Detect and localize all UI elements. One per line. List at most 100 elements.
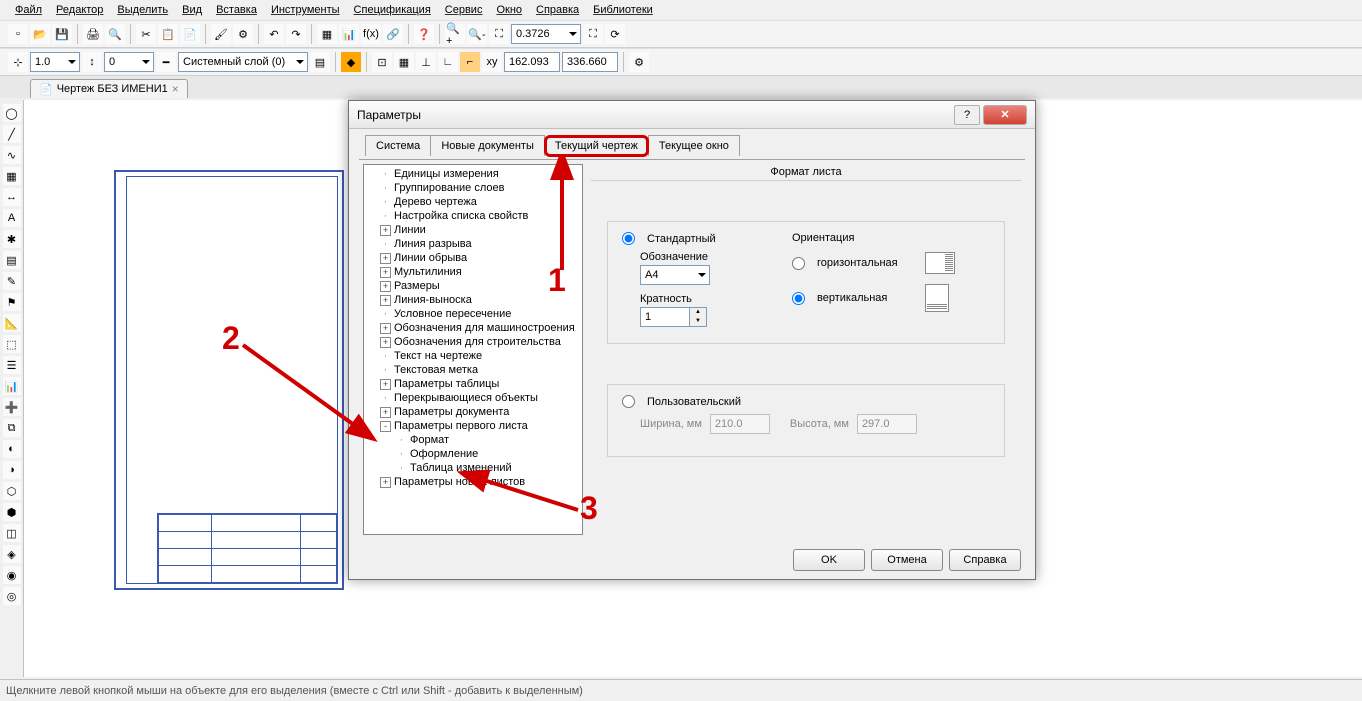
expand-icon[interactable]: + — [380, 253, 391, 264]
cut-icon[interactable]: ✂ — [136, 24, 156, 44]
side-tool5-icon[interactable]: ◫ — [3, 524, 21, 542]
side-text-icon[interactable]: A — [3, 209, 21, 227]
whatsthis-icon[interactable]: ❓ — [414, 24, 434, 44]
expand-icon[interactable]: + — [380, 267, 391, 278]
tree-node[interactable]: +Линии обрыва — [364, 251, 582, 265]
tab-system[interactable]: Система — [365, 135, 431, 156]
expand-icon[interactable]: + — [380, 337, 391, 348]
redo-icon[interactable]: ↷ — [286, 24, 306, 44]
menu-service[interactable]: Сервис — [445, 4, 483, 16]
horizontal-radio[interactable] — [792, 257, 805, 270]
vertical-radio[interactable] — [792, 292, 805, 305]
menu-insert[interactable]: Вставка — [216, 4, 257, 16]
snap-icon[interactable]: ⊹ — [8, 52, 28, 72]
doc-close-icon[interactable]: × — [172, 82, 179, 96]
style-dropdown[interactable]: 0 — [104, 52, 154, 72]
zoom-fit-icon[interactable]: ⛶ — [583, 24, 603, 44]
dialog-title-bar[interactable]: Параметры ? ✕ — [349, 101, 1035, 129]
tree-node[interactable]: +Параметры документа — [364, 405, 582, 419]
preview-icon[interactable]: 🔍 — [105, 24, 125, 44]
menu-window[interactable]: Окно — [496, 4, 522, 16]
save-icon[interactable]: 💾 — [52, 24, 72, 44]
help-button[interactable]: Справка — [949, 549, 1021, 571]
tab-new-docs[interactable]: Новые документы — [430, 135, 545, 156]
collapse-icon[interactable]: - — [380, 421, 391, 432]
side-dim-icon[interactable]: ↔ — [3, 188, 21, 206]
menu-spec[interactable]: Спецификация — [354, 4, 431, 16]
side-param-icon[interactable]: ⚑ — [3, 293, 21, 311]
tab-current-window[interactable]: Текущее окно — [648, 135, 740, 156]
side-report-icon[interactable]: 📊 — [3, 377, 21, 395]
side-tool7-icon[interactable]: ◉ — [3, 566, 21, 584]
side-tool8-icon[interactable]: ◎ — [3, 587, 21, 605]
ortho-icon[interactable]: ⊥ — [416, 52, 436, 72]
tree-node[interactable]: ·Перекрывающиеся объекты — [364, 391, 582, 405]
menu-view[interactable]: Вид — [182, 4, 202, 16]
expand-icon[interactable]: + — [380, 295, 391, 306]
menu-help[interactable]: Справка — [536, 4, 579, 16]
custom-radio[interactable] — [622, 395, 635, 408]
side-line-icon[interactable]: ╱ — [3, 125, 21, 143]
side-symbol-icon[interactable]: ✱ — [3, 230, 21, 248]
side-hatch-icon[interactable]: ▦ — [3, 167, 21, 185]
new-icon[interactable]: ▫ — [8, 24, 28, 44]
zoom-in-icon[interactable]: 🔍+ — [445, 24, 465, 44]
print-icon[interactable]: 🖨 — [83, 24, 103, 44]
tree-node[interactable]: ·Настройка списка свойств — [364, 209, 582, 223]
brush-icon[interactable]: 🖌 — [211, 24, 231, 44]
tree-node[interactable]: +Размеры — [364, 279, 582, 293]
menu-bar[interactable]: Файл Редактор Выделить Вид Вставка Инстр… — [0, 0, 1362, 20]
extra-icon[interactable]: ⚙ — [629, 52, 649, 72]
side-tool1-icon[interactable]: ◐ — [3, 440, 21, 458]
side-select-icon[interactable]: ⬚ — [3, 335, 21, 353]
tree-node[interactable]: ·Условное пересечение — [364, 307, 582, 321]
tree-node[interactable]: -Параметры первого листа — [364, 419, 582, 433]
grid-icon[interactable]: ▦ — [394, 52, 414, 72]
tree-node[interactable]: +Параметры новых листов — [364, 475, 582, 489]
open-icon[interactable]: 📂 — [30, 24, 50, 44]
expand-icon[interactable]: + — [380, 323, 391, 334]
side-edit-icon[interactable]: ✎ — [3, 272, 21, 290]
tree-node[interactable]: +Линии — [364, 223, 582, 237]
menu-select[interactable]: Выделить — [117, 4, 168, 16]
dialog-help-icon[interactable]: ? — [954, 105, 980, 125]
side-insert-icon[interactable]: ➕ — [3, 398, 21, 416]
dialog-close-icon[interactable]: ✕ — [983, 105, 1027, 125]
zoom-out-icon[interactable]: 🔍- — [467, 24, 487, 44]
props-icon[interactable]: ⚙ — [233, 24, 253, 44]
local-cs-icon[interactable]: xy — [482, 52, 502, 72]
tree-node[interactable]: +Мультилиния — [364, 265, 582, 279]
zoom-window-icon[interactable]: ⛶ — [489, 24, 509, 44]
layer-manager-icon[interactable]: ▤ — [310, 52, 330, 72]
designation-combo[interactable]: A4 — [640, 265, 710, 285]
manager-icon[interactable]: ▦ — [317, 24, 337, 44]
undo-icon[interactable]: ↶ — [264, 24, 284, 44]
tree-node[interactable]: +Параметры таблицы — [364, 377, 582, 391]
expand-icon[interactable]: + — [380, 225, 391, 236]
side-bezier-icon[interactable]: ∿ — [3, 146, 21, 164]
doc-tab-active[interactable]: 📄 Чертеж БЕЗ ИМЕНИ1 × — [30, 79, 188, 98]
side-geom-icon[interactable]: ◯ — [3, 104, 21, 122]
tree-node[interactable]: ·Дерево чертежа — [364, 195, 582, 209]
layer-dropdown[interactable]: Системный слой (0) — [178, 52, 308, 72]
multiplicity-spinner[interactable]: 1 ▲▼ — [640, 307, 707, 327]
tree-node[interactable]: ·Текстовая метка — [364, 363, 582, 377]
line-style-icon[interactable]: ━ — [156, 52, 176, 72]
vars-icon[interactable]: 📊 — [339, 24, 359, 44]
cancel-button[interactable]: Отмена — [871, 549, 943, 571]
snap-end-icon[interactable]: ⊡ — [372, 52, 392, 72]
coord-x-input[interactable]: 162.093 — [504, 52, 560, 72]
standard-radio[interactable] — [622, 232, 635, 245]
side-table-icon[interactable]: ▤ — [3, 251, 21, 269]
menu-libs[interactable]: Библиотеки — [593, 4, 653, 16]
menu-tools[interactable]: Инструменты — [271, 4, 340, 16]
tree-node[interactable]: ·Оформление — [364, 447, 582, 461]
step-icon[interactable]: ↕ — [82, 52, 102, 72]
tab-current-drawing[interactable]: Текущий чертеж — [544, 135, 649, 157]
side-tool6-icon[interactable]: ◈ — [3, 545, 21, 563]
fx-icon[interactable]: f(x) — [361, 24, 381, 44]
paste-icon[interactable]: 📄 — [180, 24, 200, 44]
tree-node[interactable]: ·Группирование слоев — [364, 181, 582, 195]
zoom-value-dropdown[interactable]: 0.3726 — [511, 24, 581, 44]
side-spec-icon[interactable]: ☰ — [3, 356, 21, 374]
